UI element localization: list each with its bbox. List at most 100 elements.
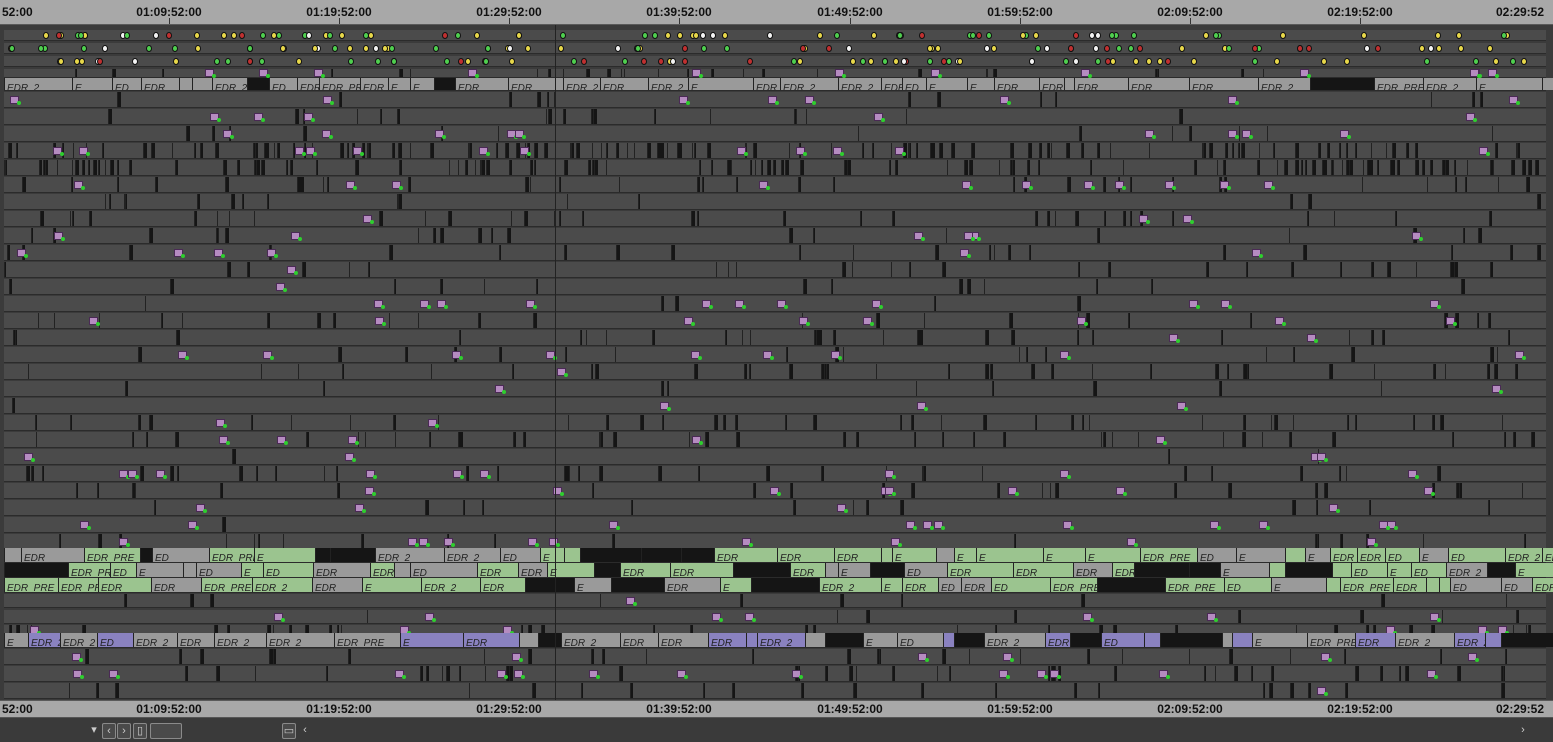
locator-marker[interactable] <box>132 58 138 65</box>
clip-gain-marker[interactable] <box>1060 351 1071 360</box>
audio-clip[interactable]: E <box>1387 563 1411 577</box>
audio-clip[interactable]: EDR_2 <box>214 633 266 647</box>
timeline-track[interactable]: EDR_PREEDEEDEEDEDREDREDEDREDREEDREDREDRE… <box>4 563 1553 578</box>
clip-gain-marker[interactable] <box>885 470 896 479</box>
locator-marker[interactable] <box>700 32 706 39</box>
clip-gain-marker[interactable] <box>444 538 455 547</box>
clip-gain-marker[interactable] <box>917 402 928 411</box>
clip-gain-marker[interactable] <box>546 351 557 360</box>
audio-clip[interactable]: E <box>976 548 1043 562</box>
locator-marker[interactable] <box>658 58 664 65</box>
audio-clip[interactable]: ED <box>1385 548 1419 562</box>
audio-clip[interactable]: EDR_PRE <box>334 633 400 647</box>
clip-gain-marker[interactable] <box>1084 181 1095 190</box>
clip-gain-marker[interactable] <box>1037 670 1048 679</box>
locator-marker[interactable] <box>1133 58 1139 65</box>
audio-clip[interactable]: E <box>72 78 112 90</box>
locator-marker[interactable] <box>581 58 587 65</box>
audio-clip[interactable] <box>870 563 904 577</box>
locator-marker[interactable] <box>882 58 888 65</box>
clip-gain-marker[interactable] <box>1008 487 1019 496</box>
clip-gain-marker[interactable] <box>931 69 942 78</box>
audio-clip[interactable]: EDR_2 <box>360 78 388 90</box>
audio-clip[interactable]: E <box>863 633 897 647</box>
locator-marker[interactable] <box>747 58 753 65</box>
clip-gain-marker[interactable] <box>1488 69 1499 78</box>
timeline-track[interactable] <box>4 177 1546 193</box>
clip-gain-marker[interactable] <box>1003 653 1014 662</box>
clip-gain-marker[interactable] <box>348 436 359 445</box>
clip-gain-marker[interactable] <box>1424 487 1435 496</box>
timeline-track[interactable] <box>4 143 1546 159</box>
audio-clip[interactable]: EDR_2 <box>266 633 334 647</box>
locator-marker[interactable] <box>1093 45 1099 52</box>
audio-clip[interactable]: E <box>574 578 611 592</box>
audio-clip[interactable]: ED <box>1411 563 1446 577</box>
audio-clip[interactable]: ED <box>269 78 297 90</box>
clip-gain-marker[interactable] <box>1509 96 1520 105</box>
audio-clip[interactable]: EDR <box>312 578 362 592</box>
locator-marker[interactable] <box>347 45 353 52</box>
clip-gain-marker[interactable] <box>768 96 779 105</box>
audio-clip[interactable] <box>1269 563 1285 577</box>
audio-clip[interactable] <box>594 563 620 577</box>
clip-gain-marker[interactable] <box>323 96 334 105</box>
timeline-track[interactable]: EDR_2EEDEDREDR_2EDEDREDR_PREEDR_2EEEDRED… <box>4 78 1553 91</box>
clip-gain-marker[interactable] <box>53 147 64 156</box>
audio-clip[interactable] <box>954 633 984 647</box>
audio-clip[interactable] <box>179 78 192 90</box>
locator-marker[interactable] <box>79 58 85 65</box>
audio-clip[interactable]: EDR <box>313 563 370 577</box>
clip-gain-marker[interactable] <box>833 147 844 156</box>
clip-gain-marker[interactable] <box>219 436 230 445</box>
clip-gain-marker[interactable] <box>660 402 671 411</box>
clip-gain-marker[interactable] <box>1446 317 1457 326</box>
locator-marker[interactable] <box>800 45 806 52</box>
audio-clip[interactable] <box>1542 78 1553 90</box>
clip-gain-marker[interactable] <box>156 470 167 479</box>
clip-gain-marker[interactable] <box>1060 470 1071 479</box>
locator-marker[interactable] <box>901 58 907 65</box>
locator-marker[interactable] <box>474 32 480 39</box>
locator-marker[interactable] <box>986 32 992 39</box>
locator-marker[interactable] <box>247 45 253 52</box>
chevron-left-icon[interactable]: ‹ <box>300 723 310 737</box>
clip-gain-marker[interactable] <box>1081 69 1092 78</box>
audio-clip[interactable]: EDR <box>1013 563 1073 577</box>
audio-clip[interactable]: EDR <box>1330 548 1357 562</box>
clip-gain-marker[interactable] <box>1321 653 1332 662</box>
audio-clip[interactable]: E <box>400 633 463 647</box>
clip-gain-marker[interactable] <box>712 613 723 622</box>
clip-gain-marker[interactable] <box>437 300 448 309</box>
locator-marker[interactable] <box>1179 45 1185 52</box>
clip-gain-marker[interactable] <box>363 215 374 224</box>
locator-marker[interactable] <box>767 32 773 39</box>
locator-marker[interactable] <box>1473 58 1479 65</box>
audio-clip[interactable]: EDR_2 <box>1258 78 1310 90</box>
audio-clip[interactable]: EDR_PRE <box>84 548 140 562</box>
clip-gain-marker[interactable] <box>425 613 436 622</box>
locator-marker[interactable] <box>433 45 439 52</box>
locator-marker[interactable] <box>1274 58 1280 65</box>
clip-gain-marker[interactable] <box>259 69 270 78</box>
audio-clip[interactable]: EDR_2 <box>1505 548 1542 562</box>
timeline-track[interactable]: EDREDR_PREEDEDR_PREEEDR_2EDR_2EDEEDREDRE… <box>4 548 1553 563</box>
clip-gain-marker[interactable] <box>863 317 874 326</box>
locator-marker[interactable] <box>1321 58 1327 65</box>
clip-gain-marker[interactable] <box>737 147 748 156</box>
clip-gain-marker[interactable] <box>295 147 306 156</box>
locator-marker[interactable] <box>571 58 577 65</box>
locator-marker[interactable] <box>483 58 489 65</box>
audio-clip[interactable] <box>434 78 455 90</box>
clip-gain-marker[interactable] <box>1139 215 1150 224</box>
clip-gain-marker[interactable] <box>799 317 810 326</box>
clip-gain-marker[interactable] <box>1127 538 1138 547</box>
timeline-track[interactable] <box>4 432 1546 448</box>
audio-clip[interactable] <box>1160 633 1222 647</box>
locator-marker[interactable] <box>927 45 933 52</box>
locator-marker[interactable] <box>1252 58 1258 65</box>
audio-clip[interactable]: EDR_2 <box>1112 563 1134 577</box>
audio-clip[interactable]: EDR <box>151 578 201 592</box>
locator-marker[interactable] <box>1131 32 1137 39</box>
audio-clip[interactable]: ED <box>1501 578 1532 592</box>
